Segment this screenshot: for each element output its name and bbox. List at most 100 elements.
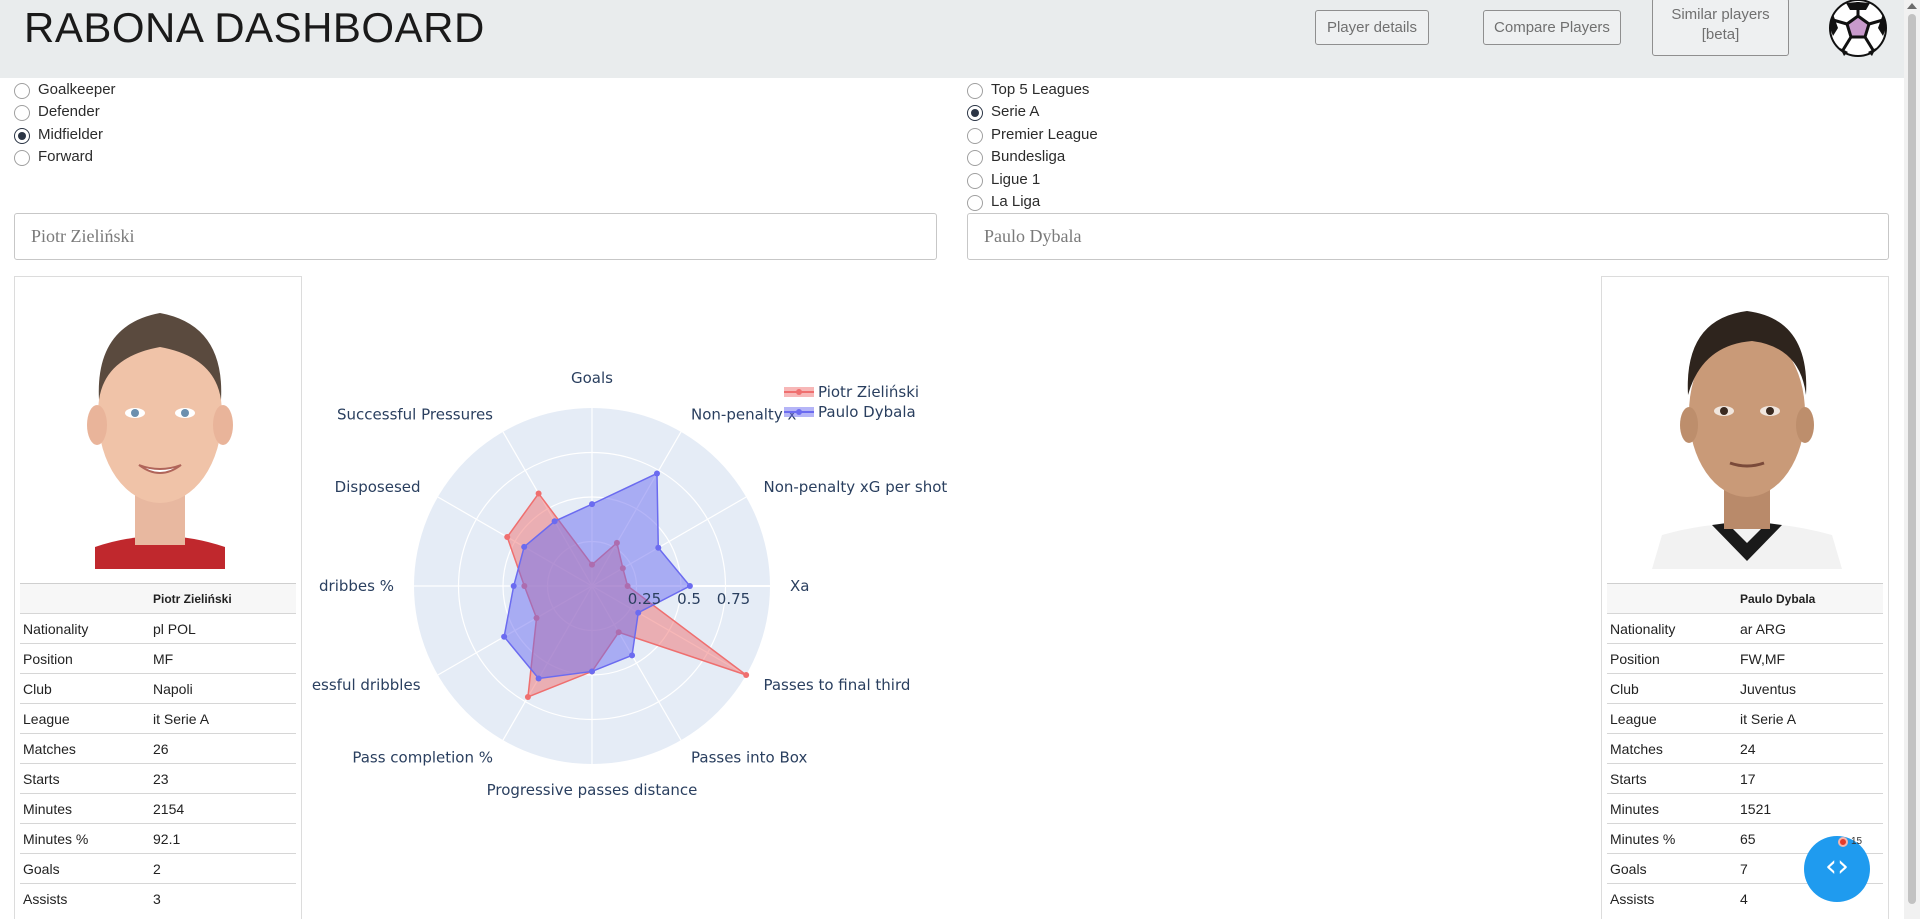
player2-search-input[interactable]: Paulo Dybala [967,213,1889,260]
radio-circle[interactable] [967,128,983,144]
page-scrollbar[interactable] [1904,0,1920,919]
table-row: League it Serie A [20,703,296,734]
player1-stats-table: Piotr Zieliński Nationality pl POL Positi… [20,583,296,914]
radio-label: Defender [38,103,100,120]
legend-label[interactable]: Paulo Dybala [818,403,916,421]
axis-category-label: Passes into Box [691,748,808,766]
table-row: Club Napoli [20,673,296,704]
axis-category-label: Progressive passes distance [487,781,698,799]
player1-photo [55,285,265,569]
table-row: League it Serie A [1607,703,1883,734]
stat-key: Assists [20,883,150,914]
radar-chart: 0.25 0.5 0.75 Goals Non-penalty x Non-penalty… [312,369,948,799]
stat-key: Goals [1607,853,1737,884]
radio-label: La Liga [991,193,1041,210]
stat-key: Nationality [20,613,150,644]
table-row: Assists 3 [20,883,296,914]
table-header-row: Paulo Dybala [1607,583,1883,614]
radio-circle[interactable] [967,150,983,166]
stat-key: League [20,703,150,734]
radar-point[interactable] [521,543,528,550]
radio-circle-selected[interactable] [14,128,30,144]
axis-category-label: Successful Pressures [337,406,493,424]
table-row: Minutes % 92.1 [20,823,296,854]
radial-tick-label: 0.75 [717,590,750,608]
axis-category-label: Pass completion % [352,748,493,766]
stat-value: 1521 [1737,793,1883,824]
radio-label: Midfielder [38,126,104,143]
legend-marker[interactable] [796,389,802,395]
radar-point[interactable] [653,470,660,477]
stat-value: 92.1 [150,823,296,854]
radar-point[interactable] [510,583,517,589]
radar-point[interactable] [743,672,750,678]
stat-value: ar ARG [1737,613,1883,644]
radio-circle[interactable] [967,83,983,99]
axis-category-label: Goals [571,369,613,387]
table-row: Minutes 2154 [20,793,296,824]
radar-point[interactable] [524,693,531,700]
radar-point[interactable] [504,534,511,541]
axis-category-label: Xa [790,577,809,595]
scrollbar-thumb[interactable] [1908,14,1916,904]
badge-count: 15 [1851,836,1863,847]
stat-key: Starts [1607,763,1737,794]
notification-badge: 15 [1838,836,1862,847]
stat-key: Matches [20,733,150,764]
radar-point[interactable] [551,518,558,525]
table-row: Starts 23 [20,763,296,794]
compare-players-button[interactable]: Compare Players [1483,10,1621,45]
stat-key: Minutes % [1607,823,1737,854]
stat-value: MF [150,643,296,674]
radio-circle[interactable] [967,195,983,211]
player1-search-input[interactable]: Piotr Zieliński [14,213,937,260]
stat-key: Minutes [1607,793,1737,824]
stat-value: it Serie A [1737,703,1883,734]
stat-key: Minutes % [20,823,150,854]
stat-key: League [1607,703,1737,734]
axis-category-label: dribbes % [319,577,394,595]
player2-table-header: Paulo Dybala [1737,583,1883,614]
table-row: Position FW,MF [1607,643,1883,674]
stat-value: it Serie A [150,703,296,734]
radio-label: Forward [38,148,94,165]
header-bar: RABONA DASHBOARD Player details Compare … [0,0,1904,78]
chart-legend[interactable]: Piotr Zieliński Paulo Dybala [784,383,919,421]
radio-circle[interactable] [14,105,30,121]
stat-value: 2 [150,853,296,884]
radio-circle-selected[interactable] [967,105,983,121]
similar-players-button[interactable]: Similar players [beta] [1652,0,1789,56]
radar-point[interactable] [629,652,636,659]
radio-circle[interactable] [14,150,30,166]
radar-point[interactable] [589,501,595,508]
radio-circle[interactable] [967,173,983,189]
axis-category-label: Disposesed [335,478,421,496]
table-row: Matches 24 [1607,733,1883,764]
table-header-row: Piotr Zieliński [20,583,296,614]
radar-point[interactable] [589,668,595,675]
stat-value: FW,MF [1737,643,1883,674]
stat-key: Assists [1607,883,1737,914]
stat-key: Position [1607,643,1737,674]
radar-point[interactable] [501,633,508,640]
table-row: Nationality pl POL [20,613,296,644]
soccer-ball-icon[interactable] [1828,0,1888,58]
table-row: Club Juventus [1607,673,1883,704]
radar-point[interactable] [535,675,542,682]
legend-marker[interactable] [796,409,802,415]
scroll-up-arrow-icon[interactable] [1907,3,1917,9]
radar-point[interactable] [655,544,662,551]
page-title: RABONA DASHBOARD [24,4,485,51]
player-details-button[interactable]: Player details [1315,10,1429,45]
axis-category-label: Passes to final third [763,676,910,694]
legend-label[interactable]: Piotr Zieliński [818,383,919,401]
stat-value: 3 [150,883,296,914]
radar-point[interactable] [535,490,542,497]
axis-category-label: Non-penalty x [691,406,796,424]
stat-value: Juventus [1737,673,1883,704]
radio-circle[interactable] [14,83,30,99]
record-dot-icon [1838,836,1848,847]
radar-point[interactable] [635,609,642,616]
player2-card: Paulo Dybala Nationality ar ARG Position F… [1601,276,1889,919]
radar-point[interactable] [686,583,693,589]
